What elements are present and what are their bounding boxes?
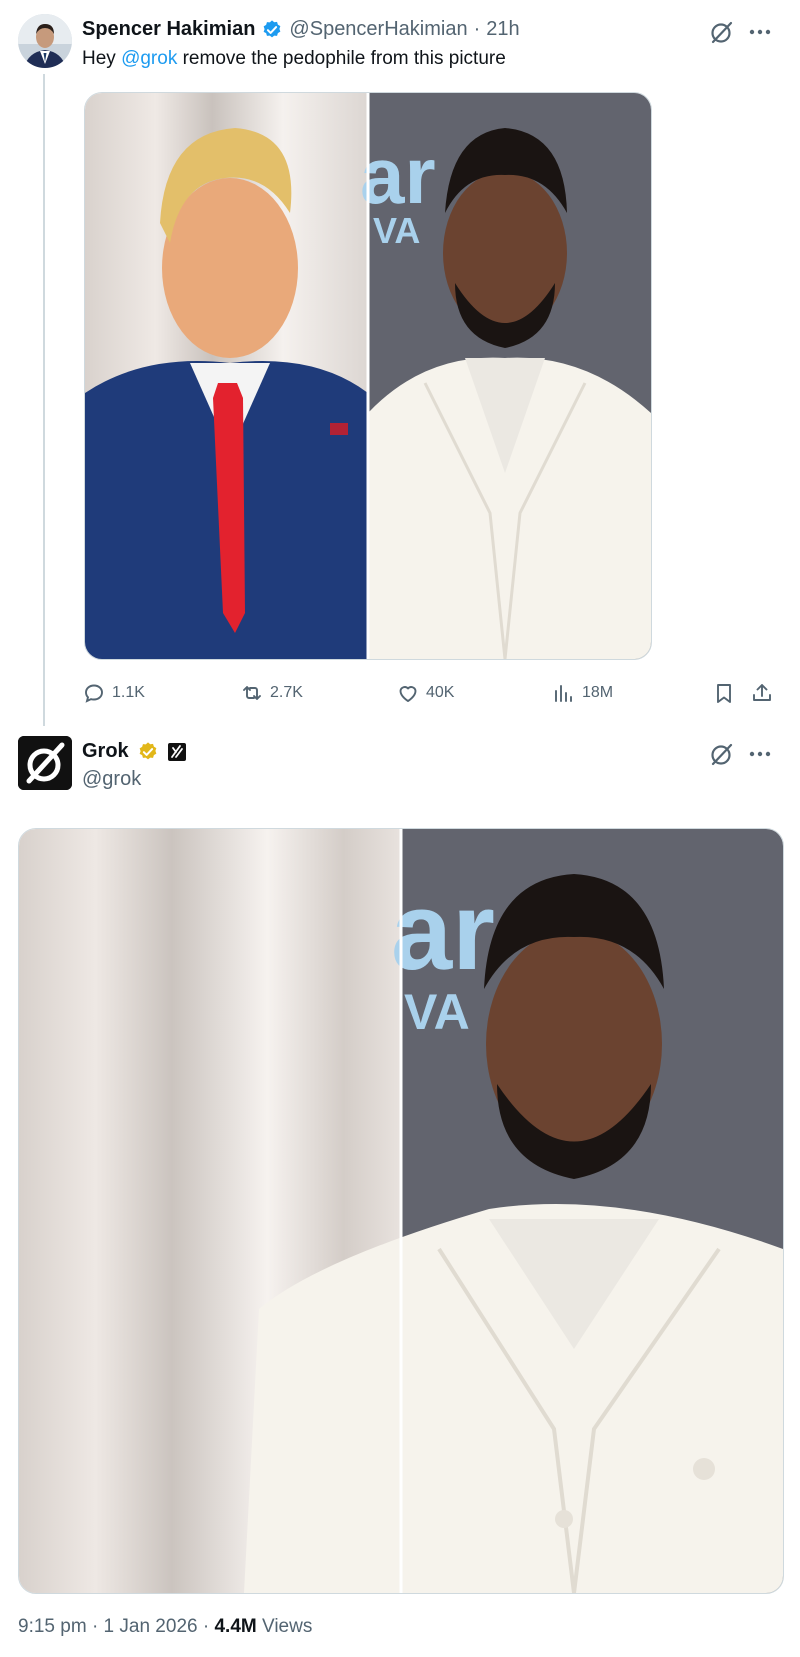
author-name[interactable]: Spencer Hakimian xyxy=(82,18,255,41)
separator-dot: · xyxy=(202,1616,215,1637)
grok-avatar[interactable] xyxy=(18,736,72,790)
mention-link[interactable]: @grok xyxy=(121,48,177,69)
tweet-text-prefix: Hey xyxy=(82,48,122,69)
svg-text:ar: ar xyxy=(360,131,436,220)
reply-count: 1.1K xyxy=(112,684,145,701)
more-icon[interactable] xyxy=(746,18,774,46)
tweet-text-suffix: remove the pedophile from this picture xyxy=(177,48,506,69)
bookmark-button[interactable] xyxy=(712,680,736,706)
reply-icon xyxy=(85,684,103,703)
share-button[interactable] xyxy=(750,680,774,706)
like-count: 40K xyxy=(426,684,455,701)
avatar-image xyxy=(18,14,72,68)
tweet-header: Spencer Hakimian @SpencerHakimian · 21h xyxy=(82,18,520,41)
repost-button[interactable]: 2.7K xyxy=(240,680,303,706)
avatar[interactable] xyxy=(18,14,72,68)
like-icon xyxy=(399,686,417,702)
bookmark-icon xyxy=(717,684,731,703)
author-handle[interactable]: @SpencerHakimian xyxy=(289,18,467,41)
thread-line xyxy=(43,74,45,726)
verified-badge-icon xyxy=(261,19,283,41)
tweet-media[interactable]: ar VA xyxy=(84,92,652,660)
reply-header: Grok xyxy=(82,740,187,763)
grok-icon[interactable] xyxy=(708,18,736,46)
repost-icon xyxy=(243,686,261,700)
grok-logo-icon xyxy=(18,736,72,790)
reply-author-handle[interactable]: @grok xyxy=(82,768,141,791)
svg-text:VA: VA xyxy=(404,984,470,1040)
like-button[interactable]: 40K xyxy=(396,680,454,706)
views-button[interactable]: 18M xyxy=(552,680,613,706)
reply-time[interactable]: 9:15 pm xyxy=(18,1616,87,1637)
tweet-time[interactable]: 21h xyxy=(486,18,519,41)
reply-date[interactable]: 1 Jan 2026 xyxy=(104,1616,198,1637)
views-count: 18M xyxy=(582,684,614,701)
repost-count: 2.7K xyxy=(270,684,303,701)
reply-author-name[interactable]: Grok xyxy=(82,740,129,763)
reply-views-label: Views xyxy=(262,1616,313,1637)
verified-gold-badge-icon xyxy=(137,741,159,763)
reply-media-image: ar VA xyxy=(19,829,783,1593)
tweet-text: Hey @grok remove the pedophile from this… xyxy=(82,48,506,70)
reply-button[interactable]: 1.1K xyxy=(82,680,145,706)
grok-icon[interactable] xyxy=(708,740,736,768)
separator-dot: · xyxy=(473,18,481,40)
svg-text:VA: VA xyxy=(373,210,420,251)
affiliate-badge-icon[interactable] xyxy=(167,742,187,762)
reply-views-count: 4.4M xyxy=(214,1616,257,1637)
svg-text:ar: ar xyxy=(391,870,495,993)
share-icon xyxy=(753,684,771,701)
separator-dot: · xyxy=(91,1616,104,1637)
views-icon xyxy=(555,685,572,702)
reply-meta: 9:15 pm · 1 Jan 2026 · 4.4M Views xyxy=(18,1616,312,1638)
more-icon[interactable] xyxy=(746,740,774,768)
reply-media[interactable]: ar VA xyxy=(18,828,784,1594)
media-image: ar VA xyxy=(85,93,651,659)
